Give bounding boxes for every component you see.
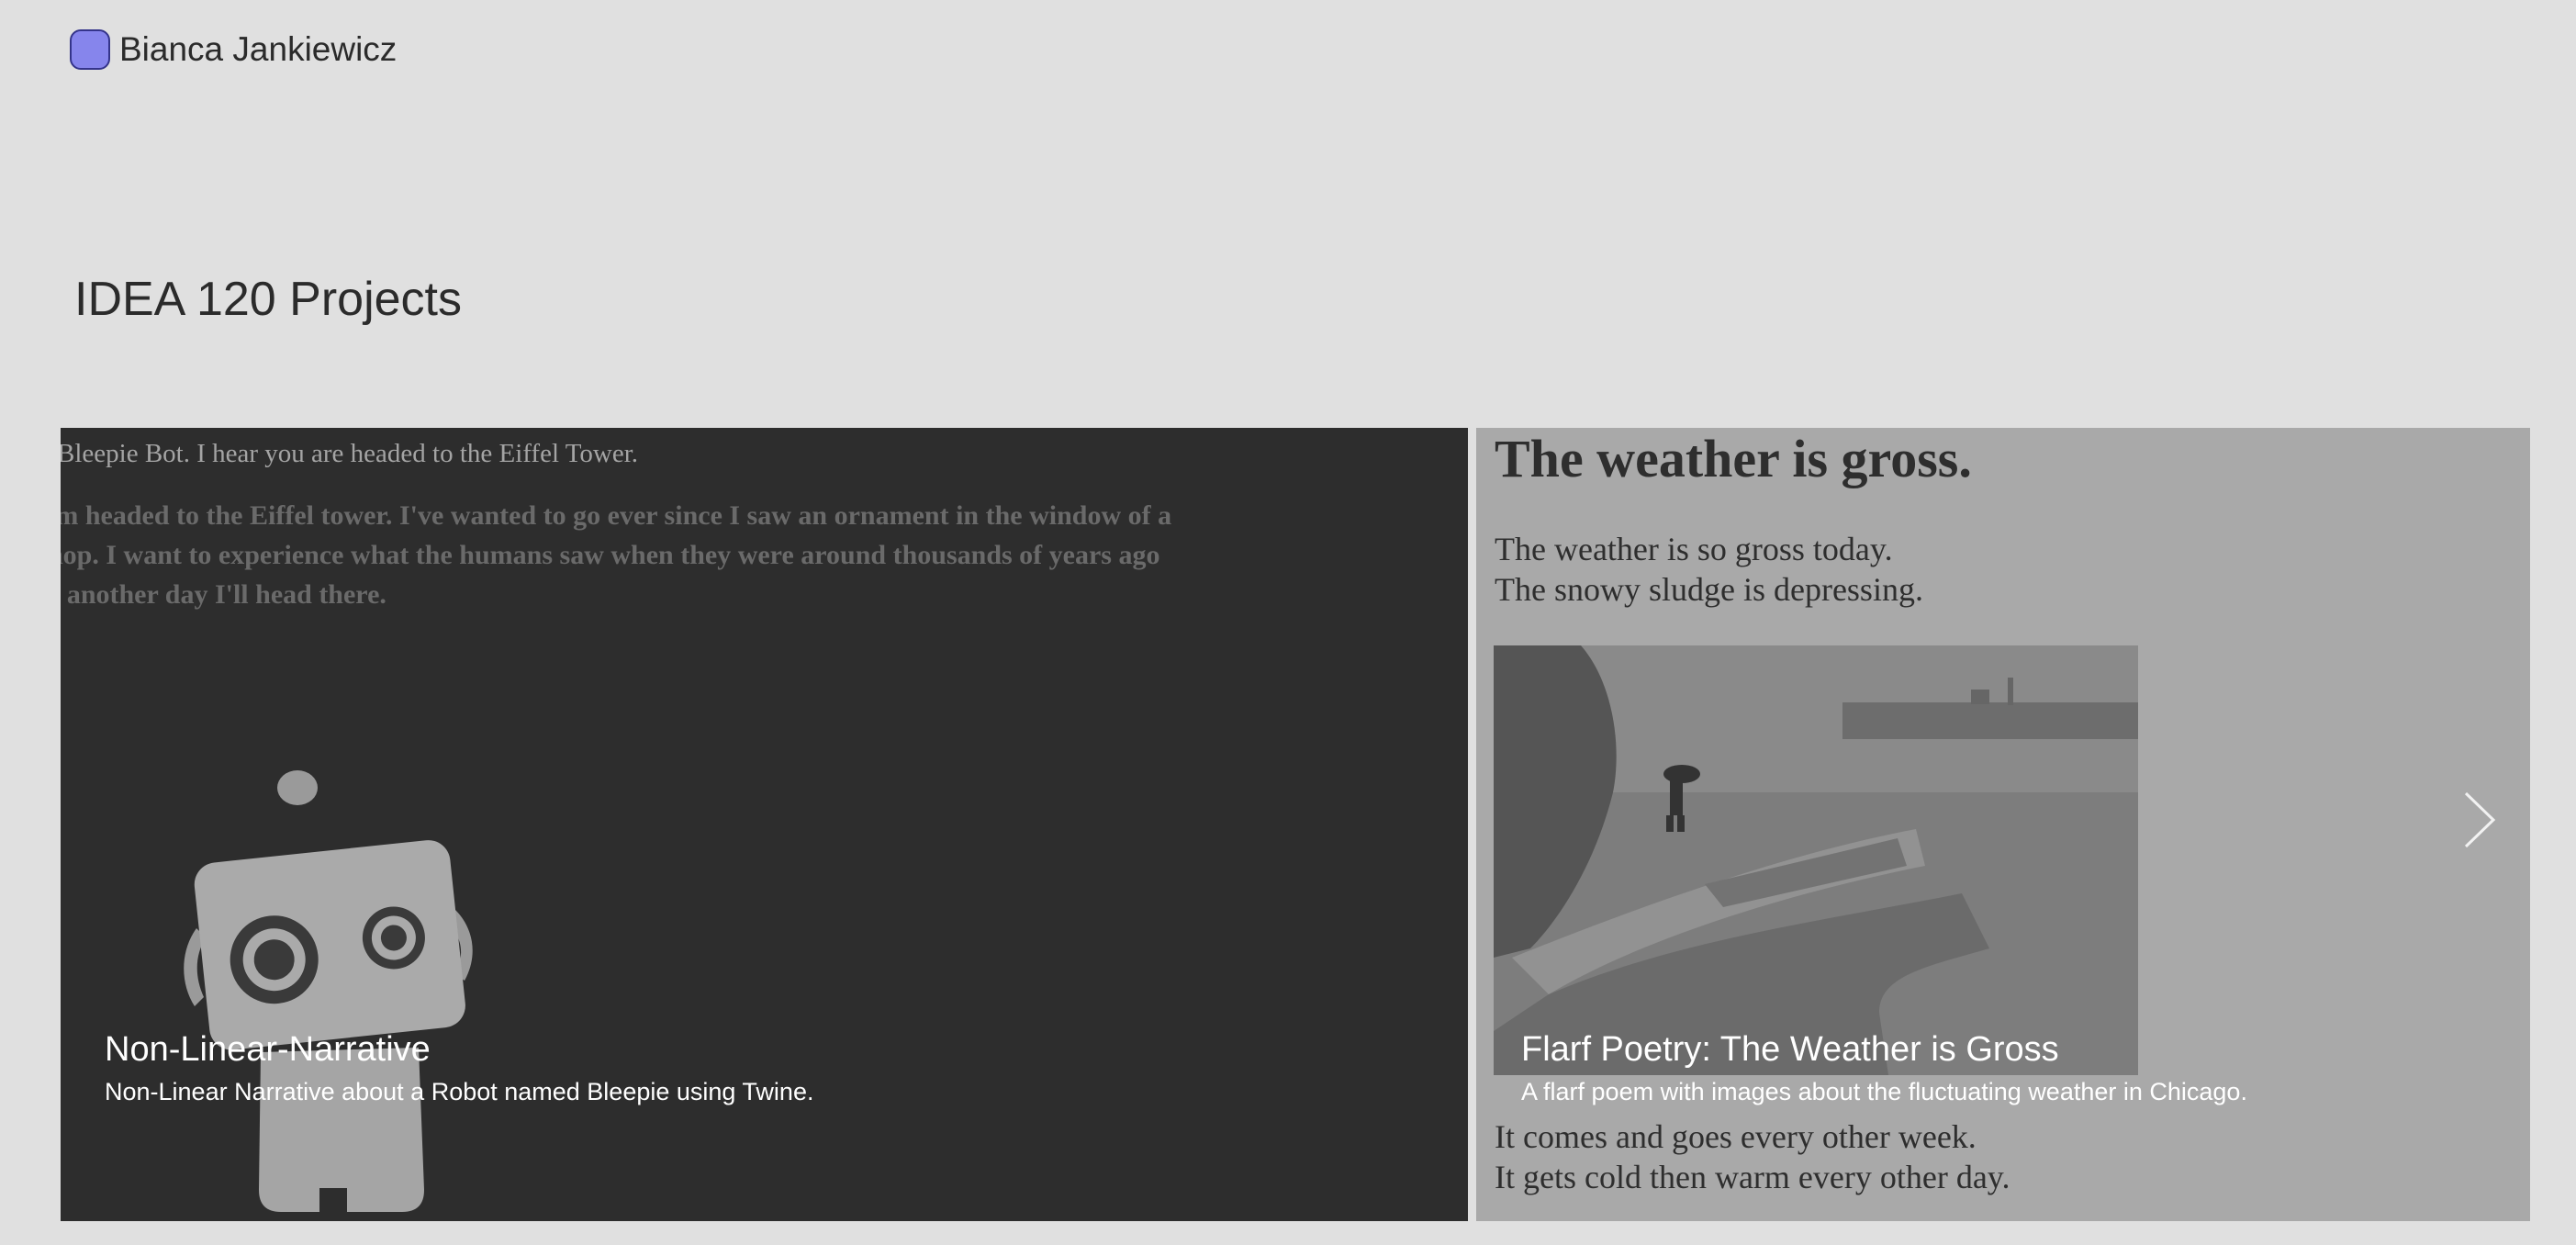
preview-poem-lines-bottom: It comes and goes every other week. It g…	[1495, 1118, 2010, 1195]
page-title: IDEA 120 Projects	[74, 273, 462, 326]
chevron-right-icon[interactable]	[2462, 790, 2499, 850]
project-title[interactable]: Flarf Poetry: The Weather is Gross	[1521, 1028, 2247, 1071]
preview-text-line: Bleepie Bot. I hear you are headed to th…	[61, 439, 639, 468]
preview-poem-lines: The weather is so gross today. The snowy…	[1495, 531, 1923, 608]
site-header: Bianca Jankiewicz	[70, 26, 397, 73]
project-description: Non-Linear Narrative about a Robot named…	[105, 1078, 814, 1105]
robot-illustration	[184, 770, 473, 1214]
preview-heading: The weather is gross.	[1495, 429, 1972, 488]
project-title[interactable]: Non-Linear-Narrative	[105, 1028, 813, 1071]
slide-caption-1: Non-Linear-Narrative Non-Linear Narrativ…	[105, 1028, 813, 1106]
site-name[interactable]: Bianca Jankiewicz	[119, 30, 397, 69]
rainy-seawall-photo	[1494, 645, 2138, 1075]
preview-text-paragraph: 'm headed to the Eiffel tower. I've want…	[61, 500, 1172, 610]
project-description: A flarf poem with images about the fluct…	[1521, 1078, 2247, 1105]
avatar[interactable]	[70, 29, 110, 70]
slide-caption-2: Flarf Poetry: The Weather is Gross A fla…	[1521, 1028, 2247, 1106]
